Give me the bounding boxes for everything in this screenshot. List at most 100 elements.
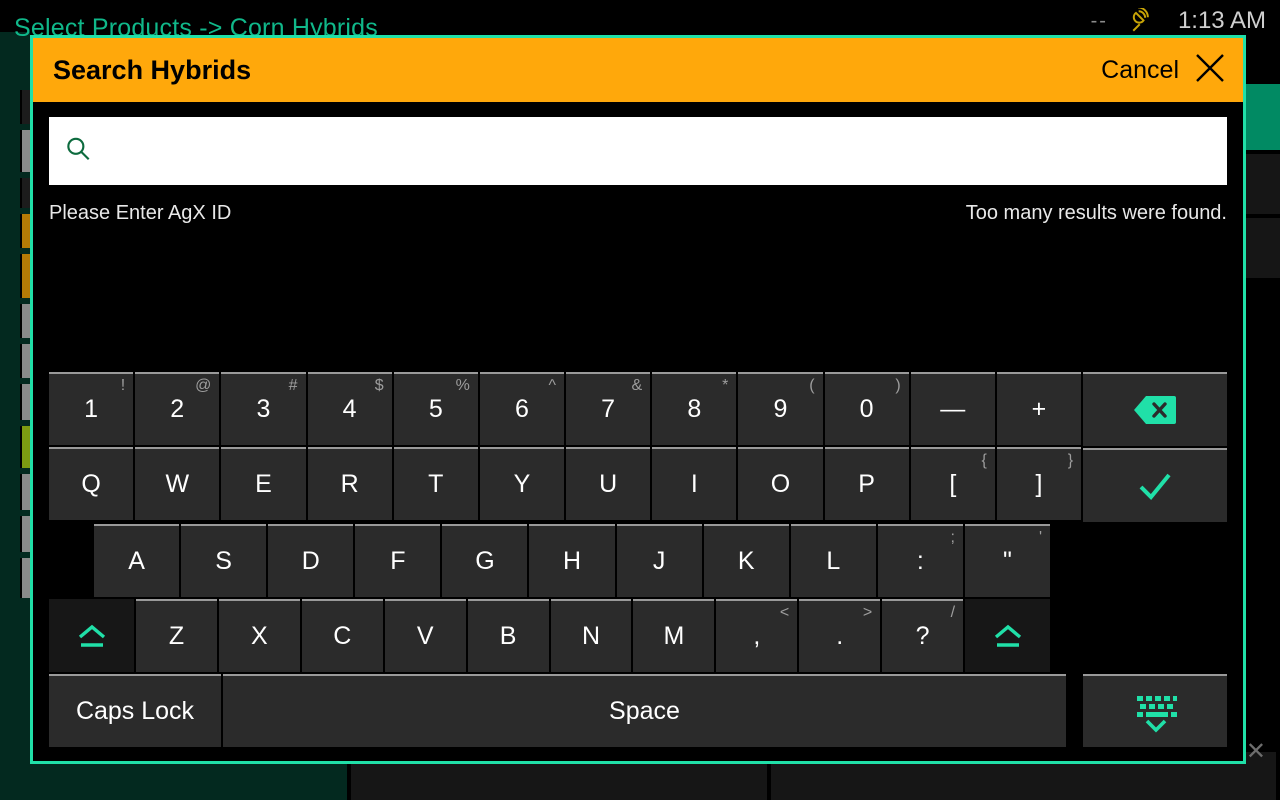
key-alt-label: #	[288, 377, 298, 394]
key-c[interactable]: C	[301, 599, 383, 672]
key-label: P	[858, 470, 875, 498]
shift-left-key[interactable]	[49, 599, 134, 672]
key-label: M	[663, 622, 685, 650]
key-label: X	[251, 622, 268, 650]
hide-keyboard-icon	[1137, 695, 1177, 733]
key-o[interactable]: O	[738, 447, 823, 520]
key-question[interactable]: ? /	[882, 599, 964, 672]
keyboard-row-qwerty: Q W E R T Y U I O P [{]}	[49, 447, 1082, 520]
check-icon	[1139, 473, 1171, 500]
key-h[interactable]: H	[529, 524, 615, 597]
key-label: [	[949, 470, 957, 498]
key-period[interactable]: . >	[799, 599, 881, 672]
key-f[interactable]: F	[355, 524, 441, 597]
key-z[interactable]: Z	[136, 599, 217, 672]
status-bar: -- 1:13 AM	[1091, 4, 1266, 38]
key-comma[interactable]: , <	[716, 599, 798, 672]
keyboard-row-bottom-wrapper: Z X C V B N M, <. >? /	[49, 599, 1227, 672]
key-u[interactable]: U	[566, 447, 651, 520]
shift-right-key[interactable]	[965, 599, 1050, 672]
key-l[interactable]: L	[790, 524, 876, 597]
search-input[interactable]	[103, 136, 1213, 166]
key-label: 4	[342, 395, 357, 423]
backspace-key[interactable]	[1083, 372, 1227, 446]
key-label: .	[836, 622, 844, 650]
key-y[interactable]: Y	[479, 447, 565, 520]
key-alt-label: /	[950, 604, 956, 621]
key-1[interactable]: 1!	[49, 372, 134, 445]
key-q[interactable]: Q	[49, 447, 134, 520]
key-i[interactable]: I	[652, 447, 737, 520]
key-2[interactable]: 2 @	[135, 372, 220, 445]
key-d[interactable]: D	[268, 524, 354, 597]
key-label: O	[770, 470, 791, 498]
key-label: "	[1003, 547, 1012, 575]
key-label: 7	[601, 395, 616, 423]
key-g[interactable]: G	[442, 524, 528, 597]
dialog-title: Search Hybrids	[53, 54, 252, 85]
key-n[interactable]: N	[550, 599, 632, 672]
caps-lock-key[interactable]: Caps Lock	[49, 674, 221, 747]
key-label: +	[1031, 395, 1047, 423]
key-5[interactable]: 5%	[393, 372, 478, 445]
key-bracket-left[interactable]: [{	[910, 447, 995, 520]
keyboard-main-top: 1! 2 @3 #4 $5% 6 ^ 7 & 8 * 9(0) — + Q W E R T Y U I O P [{]}	[49, 372, 1082, 522]
key-j[interactable]: J	[616, 524, 702, 597]
key-alt-label: <	[779, 604, 790, 621]
key-x[interactable]: X	[218, 599, 300, 672]
background-close-mark: ✕	[1245, 738, 1266, 765]
key-k[interactable]: K	[703, 524, 789, 597]
key-4[interactable]: 4 $	[307, 372, 392, 445]
key-m[interactable]: M	[633, 599, 715, 672]
keyboard-row-space: Caps Lock Space	[49, 674, 1227, 747]
clock: 1:13 AM	[1177, 7, 1266, 34]
space-key[interactable]: Space	[223, 674, 1066, 747]
key-r[interactable]: R	[307, 447, 392, 520]
key-3[interactable]: 3 #	[221, 372, 306, 445]
key-b[interactable]: B	[467, 599, 549, 672]
key-label: 2	[170, 395, 185, 423]
dialog-body: Please Enter AgX ID Too many results wer…	[33, 102, 1243, 372]
key-label: —	[940, 395, 966, 423]
key-s[interactable]: S	[181, 524, 267, 597]
search-field[interactable]	[49, 117, 1227, 185]
key-alt-label: *	[722, 377, 729, 394]
hint-row: Please Enter AgX ID Too many results wer…	[49, 199, 1227, 227]
key-quote[interactable]: " '	[964, 524, 1051, 597]
hide-keyboard-key[interactable]	[1083, 674, 1227, 747]
key-label: L	[826, 547, 841, 575]
key-a[interactable]: A	[94, 524, 180, 597]
key-label: Q	[81, 470, 101, 498]
key-plus[interactable]: +	[996, 372, 1082, 445]
key-label: E	[255, 470, 272, 498]
key-label: B	[499, 622, 517, 650]
signal-indicator: --	[1090, 10, 1108, 32]
search-hybrids-dialog: Search Hybrids Cancel Please Enter AgX I…	[30, 35, 1246, 764]
key-minus[interactable]: —	[910, 372, 995, 445]
cancel-button[interactable]: Cancel	[1101, 51, 1227, 90]
dialog-titlebar: Search Hybrids Cancel	[33, 38, 1243, 102]
key-bracket-right[interactable]: ]}	[996, 447, 1082, 520]
key-label: V	[416, 622, 434, 650]
key-label: U	[599, 470, 618, 498]
key-colon[interactable]: :;	[877, 524, 963, 597]
key-e[interactable]: E	[221, 447, 306, 520]
key-6[interactable]: 6 ^	[479, 372, 565, 445]
key-label: ,	[753, 622, 761, 650]
enter-key[interactable]	[1083, 448, 1227, 522]
key-label: Y	[513, 470, 531, 498]
key-p[interactable]: P	[824, 447, 909, 520]
home-row-right-gap	[1052, 524, 1227, 597]
key-8[interactable]: 8 *	[652, 372, 737, 445]
key-t[interactable]: T	[393, 447, 478, 520]
key-7[interactable]: 7 &	[566, 372, 651, 445]
key-0[interactable]: 0)	[824, 372, 909, 445]
key-9[interactable]: 9(	[738, 372, 823, 445]
close-x-icon[interactable]	[1193, 51, 1227, 90]
key-label: S	[215, 547, 232, 575]
satellite-icon	[1130, 8, 1156, 34]
key-v[interactable]: V	[384, 599, 466, 672]
key-label: ?	[915, 622, 930, 650]
key-label: R	[340, 470, 359, 498]
key-w[interactable]: W	[135, 447, 220, 520]
